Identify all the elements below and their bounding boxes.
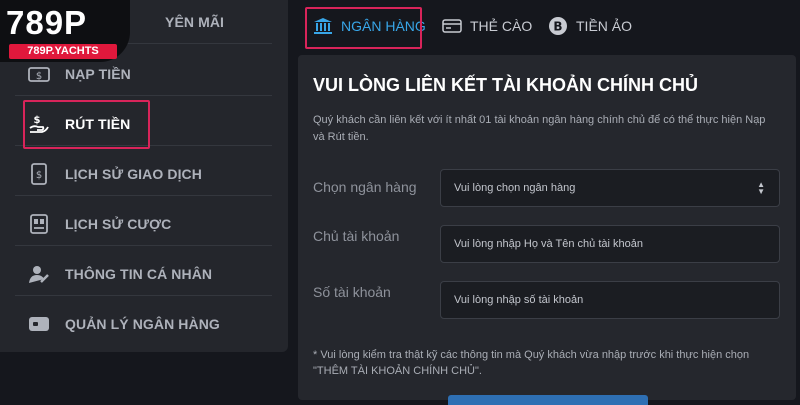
select-arrows-icon: ▲ ▼ xyxy=(757,180,765,196)
bank-tab-highlight-box xyxy=(305,7,422,49)
tab-crypto[interactable]: B TIỀN ẢO xyxy=(548,12,632,40)
svg-text:B: B xyxy=(553,20,562,34)
account-number-label: Số tài khoản xyxy=(313,284,391,300)
account-holder-placeholder: Vui lòng nhập Họ và Tên chủ tài khoản xyxy=(454,238,643,250)
tab-scratch-card[interactable]: THẺ CÀO xyxy=(442,12,532,40)
bank-select-placeholder: Vui lòng chọn ngân hàng xyxy=(454,182,576,194)
user-info-icon xyxy=(27,262,51,286)
bank-link-panel: VUI LÒNG LIÊN KẾT TÀI KHOẢN CHÍNH CHỦ Qu… xyxy=(298,55,796,405)
sidebar-item-bet-history[interactable]: LỊCH SỬ CƯỢC xyxy=(15,202,272,246)
deposit-icon: $ xyxy=(27,62,51,86)
tab-label: TIỀN ẢO xyxy=(576,18,633,34)
sidebar-item-label: YÊN MÃI xyxy=(165,13,225,30)
sidebar-item-label: NẠP TIỀN xyxy=(65,65,131,82)
sidebar-item-transaction-history[interactable]: $ LỊCH SỬ GIAO DỊCH xyxy=(15,152,272,196)
bet-history-icon xyxy=(27,212,51,236)
account-holder-input[interactable]: Vui lòng nhập Họ và Tên chủ tài khoản xyxy=(440,225,780,263)
bank-select-label: Chọn ngân hàng xyxy=(313,179,417,195)
account-holder-label: Chủ tài khoản xyxy=(313,228,400,244)
verification-note: * Vui lòng kiểm tra thật kỹ các thông ti… xyxy=(313,349,750,377)
add-account-button[interactable] xyxy=(448,395,648,405)
bitcoin-icon: B xyxy=(548,16,568,36)
account-number-input[interactable]: Vui lòng nhập số tài khoản xyxy=(440,281,780,319)
svg-text:$: $ xyxy=(36,71,42,82)
account-number-placeholder: Vui lòng nhập số tài khoản xyxy=(454,294,584,306)
page-title: VUI LÒNG LIÊN KẾT TÀI KHOẢN CHÍNH CHỦ xyxy=(313,75,698,95)
transaction-history-icon: $ xyxy=(27,162,51,186)
sidebar-item-personal-info[interactable]: THÔNG TIN CÁ NHÂN xyxy=(15,252,272,296)
sidebar-item-label: LỊCH SỬ CƯỢC xyxy=(65,215,172,232)
card-icon xyxy=(442,19,462,33)
panel-description: Quý khách cần liên kết với ít nhất 01 tà… xyxy=(313,114,766,143)
sidebar-item-label: QUẢN LÝ NGÂN HÀNG xyxy=(65,316,220,332)
logo-domain: 789P.YACHTS xyxy=(9,44,117,59)
withdraw-highlight-box xyxy=(23,100,150,149)
bank-select[interactable]: Vui lòng chọn ngân hàng ▲ ▼ xyxy=(440,169,780,207)
sidebar-item-bank-management[interactable]: QUẢN LÝ NGÂN HÀNG xyxy=(15,302,272,346)
sidebar-item-label: THÔNG TIN CÁ NHÂN xyxy=(65,265,213,282)
logo-brand: 789P xyxy=(6,4,88,41)
site-logo[interactable]: 789P 789P.YACHTS xyxy=(0,0,130,62)
svg-text:$: $ xyxy=(36,170,42,181)
bank-card-icon xyxy=(27,312,51,336)
sidebar-item-label: LỊCH SỬ GIAO DỊCH xyxy=(65,165,202,182)
tab-label: THẺ CÀO xyxy=(470,18,533,34)
